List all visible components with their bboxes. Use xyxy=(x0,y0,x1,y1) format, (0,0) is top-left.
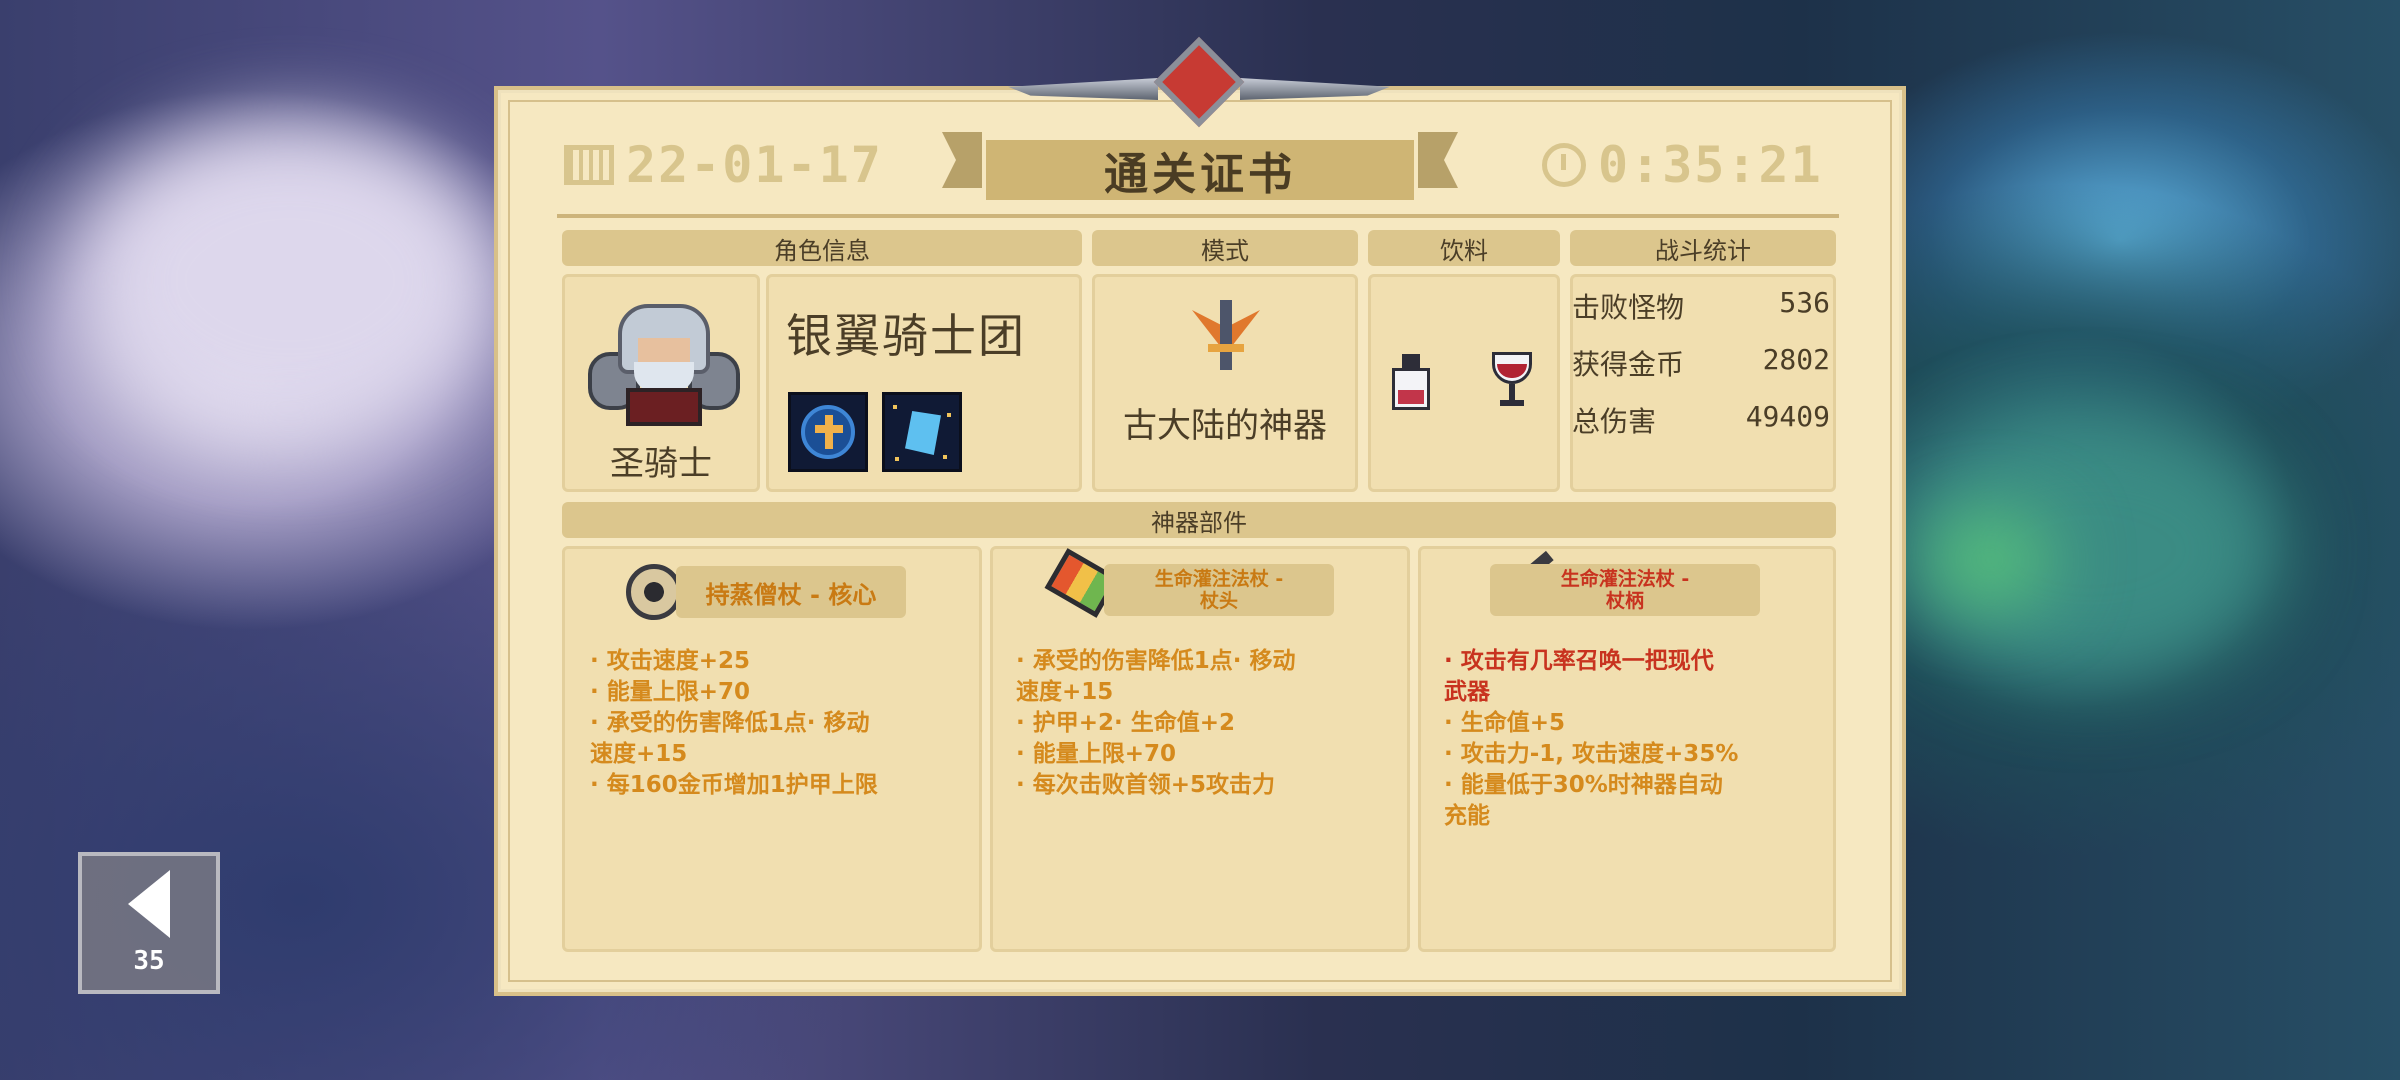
background-monster-eye xyxy=(1930,520,2050,600)
header-parts: 神器部件 xyxy=(562,502,1836,538)
background-cloud xyxy=(80,120,500,440)
stat-label: 总伤害 xyxy=(1572,405,1657,438)
effect-line: · 攻击有几率召唤一把现代 武器 xyxy=(1444,648,1714,705)
header-drink: 饮料 xyxy=(1368,230,1560,266)
stat-row-damage: 总伤害 49409 xyxy=(1572,400,1830,440)
back-arrow-icon xyxy=(128,870,170,938)
part-effects-handle: · 攻击有几率召唤一把现代 武器 · 生命值+5 · 攻击力-1, 攻击速度+3… xyxy=(1444,646,1824,832)
calendar-icon xyxy=(564,145,614,185)
ancient-artifact-icon xyxy=(1190,300,1262,376)
part-name: 生命灌注法杖 - 杖柄 xyxy=(1490,564,1760,616)
part-effects-head: · 承受的伤害降低1点· 移动 速度+15 · 护甲+2· 生命值+2 · 能量… xyxy=(1016,646,1400,801)
stat-row-kills: 击败怪物 536 xyxy=(1572,286,1830,326)
effect-line: · 生命值+5 xyxy=(1444,710,1566,736)
header-mode: 模式 xyxy=(1092,230,1358,266)
milk-bottle-icon xyxy=(1392,354,1430,410)
divider xyxy=(557,214,1839,218)
crystal-shard-skill-icon xyxy=(882,392,962,472)
effect-line: · 承受的伤害降低1点· 移动 速度+15 xyxy=(1016,648,1296,705)
back-countdown: 35 xyxy=(133,946,165,976)
clock-icon xyxy=(1542,143,1586,187)
skin-name: 银翼骑士团 xyxy=(786,309,1026,363)
stat-label: 击败怪物 xyxy=(1572,291,1685,324)
crest-gem-icon xyxy=(1008,36,1390,128)
core-orb-icon xyxy=(626,564,682,620)
stat-row-gold: 获得金币 2802 xyxy=(1572,343,1830,383)
red-wine-glass-icon xyxy=(1492,352,1532,410)
effect-line: · 承受的伤害降低1点· 移动 速度+15 xyxy=(590,710,870,767)
part-name: 持蒸僧杖 - 核心 xyxy=(676,566,906,618)
character-class: 圣骑士 xyxy=(610,444,712,484)
time-display: 0:35:21 xyxy=(1542,136,1823,194)
effect-line: · 能量低于30%时神器自动 充能 xyxy=(1444,772,1723,829)
part-effects-core: · 攻击速度+25 · 能量上限+70 · 承受的伤害降低1点· 移动 速度+1… xyxy=(590,646,970,801)
header-character: 角色信息 xyxy=(562,230,1082,266)
stat-value: 49409 xyxy=(1745,400,1830,433)
date-text: 22-01-17 xyxy=(626,136,883,194)
effect-line: · 每次击败首领+5攻击力 xyxy=(1016,772,1276,798)
part-name: 生命灌注法杖 - 杖头 xyxy=(1104,564,1334,616)
paladin-avatar xyxy=(588,300,740,430)
effect-line: · 攻击速度+25 xyxy=(590,648,751,674)
effect-line: · 每160金币增加1护甲上限 xyxy=(590,772,878,798)
stat-value: 536 xyxy=(1779,286,1830,319)
mode-name: 古大陆的神器 xyxy=(1123,406,1327,446)
time-text: 0:35:21 xyxy=(1598,136,1823,194)
effect-line: · 攻击力-1, 攻击速度+35% xyxy=(1444,741,1739,767)
effect-line: · 能量上限+70 xyxy=(590,679,751,705)
shield-cross-skill-icon xyxy=(788,392,868,472)
stat-value: 2802 xyxy=(1762,343,1830,376)
effect-line: · 能量上限+70 xyxy=(1016,741,1177,767)
effect-line: · 护甲+2· 生命值+2 xyxy=(1016,710,1236,736)
header-battle: 战斗统计 xyxy=(1570,230,1836,266)
back-button[interactable]: 35 xyxy=(78,852,220,994)
date-display: 22-01-17 xyxy=(564,136,883,194)
stat-label: 获得金币 xyxy=(1572,348,1685,381)
page-title: 通关证书 xyxy=(1104,149,1296,200)
title-banner: 通关证书 xyxy=(986,140,1414,200)
